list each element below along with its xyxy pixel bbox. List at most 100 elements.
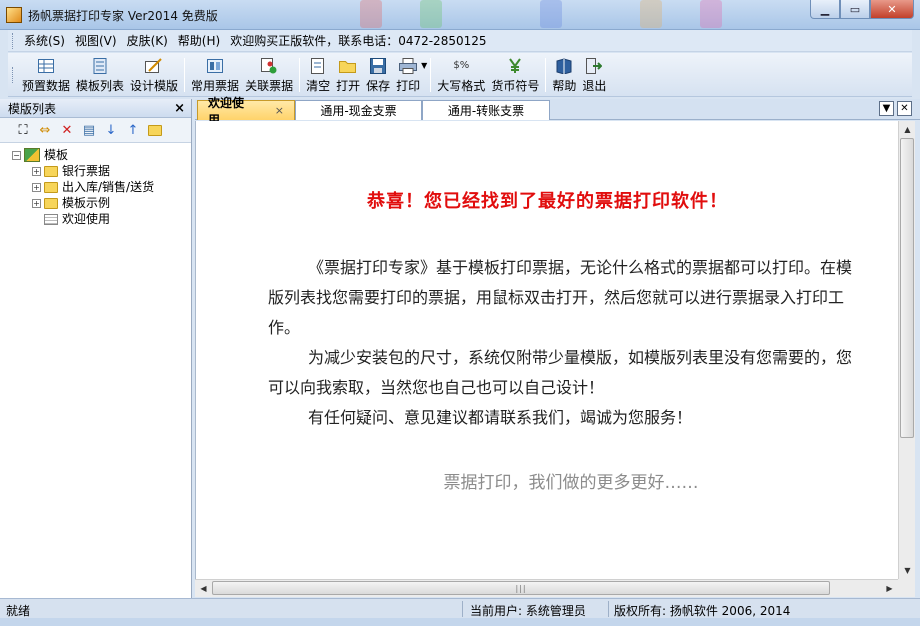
collapse-icon[interactable]: − [12,150,21,160]
clear-button[interactable]: 清空 [303,55,333,95]
delete-icon[interactable]: ✕ [58,121,76,139]
related-tickets-button[interactable]: 关联票据 [242,55,296,95]
close-icon: ✕ [887,2,897,16]
expand-icon[interactable]: + [32,182,41,192]
window-title: 扬帆票据打印专家 Ver2014 免费版 [28,9,218,23]
menu-bar: 系统(S) 视图(V) 皮肤(K) 帮助(H) 欢迎购买正版软件，联系电话：04… [8,30,912,52]
tab-cash-check[interactable]: 通用-现金支票 [295,100,422,120]
toolbar-separator [430,57,432,92]
scroll-up-arrow-icon[interactable]: ▲ [899,121,916,138]
contact-paragraph: 有任何疑问、意见建议都请联系我们，竭诚为您服务！ [308,408,693,427]
help-label: 帮助 [552,78,577,93]
minimize-button[interactable]: ▁ [810,0,840,19]
folder-icon [44,181,58,193]
expand-icon[interactable]: + [32,166,41,176]
properties-icon[interactable]: ▤ [80,121,98,139]
find-binoculars-icon[interactable]: ⛶ [14,121,32,139]
menu-system[interactable]: 系统(S) [19,30,70,51]
save-icon [369,57,387,75]
move-up-icon[interactable]: ↑ [124,121,142,139]
panel-toolbar: ⛶ ⇔ ✕ ▤ ↓ ↑ [0,118,191,143]
open-button[interactable]: 打开 [333,55,363,95]
background-icon [420,0,442,28]
expand-icon[interactable]: + [32,198,41,208]
template-root-icon [24,148,40,162]
status-copyright: 版权所有: 扬帆软件 2006, 2014 [614,604,791,618]
panel-close-icon[interactable]: × [174,101,185,116]
menu-help[interactable]: 帮助(H) [173,30,225,51]
tree-node-root[interactable]: − 模板 [12,147,191,163]
scroll-right-arrow-icon[interactable]: ▶ [881,580,898,597]
menu-grip[interactable] [12,32,15,49]
welcome-headline: 恭喜！您已经找到了最好的票据打印软件！ [367,191,728,212]
menu-skin[interactable]: 皮肤(K) [122,30,173,51]
common-tickets-label: 常用票据 [191,78,240,93]
close-button[interactable]: ✕ [870,0,914,19]
slogan-text: 票据打印，我们做的更多更好…… [443,473,699,493]
minimize-icon: ▁ [820,2,830,16]
table-icon [37,57,55,75]
printer-icon [399,57,418,75]
help-book-icon [555,57,573,75]
design-template-label: 设计模版 [130,78,179,93]
toolbar-separator [184,57,186,92]
currency-icon [506,57,524,75]
uppercase-format-button[interactable]: $% 大写格式 [434,55,488,95]
design-icon [145,57,163,75]
print-dropdown-arrow-icon[interactable]: ▼ [421,61,427,70]
uppercase-format-label: 大写格式 [437,78,486,93]
save-label: 保存 [366,78,391,93]
design-template-button[interactable]: 设计模版 [127,55,181,95]
background-icon [640,0,662,28]
move-down-icon[interactable]: ↓ [102,121,120,139]
tree-node-inventory[interactable]: + 出入库/销售/送货 [12,179,191,195]
exit-button[interactable]: 退出 [579,55,609,95]
maximize-button[interactable]: ▭ [840,0,870,19]
tab-list-dropdown-icon[interactable]: ▼ [879,101,894,116]
clear-label: 清空 [306,78,331,93]
open-folder-icon [339,57,357,75]
maximize-icon: ▭ [849,2,861,16]
print-button[interactable]: 打印 [393,55,423,95]
intro-paragraph: 《票据打印专家》基于模板打印票据，无论什么格式的票据都可以打印。在模版列表找您需… [268,258,853,337]
related-tickets-label: 关联票据 [245,78,294,93]
background-icon [700,0,722,28]
preset-data-button[interactable]: 预置数据 [19,55,73,95]
new-folder-icon[interactable] [146,121,164,139]
scroll-left-arrow-icon[interactable]: ◀ [195,580,212,597]
save-button[interactable]: 保存 [363,55,393,95]
template-list-button[interactable]: 模板列表 [73,55,127,95]
vertical-scroll-thumb[interactable] [900,138,914,438]
toolbar-grip[interactable] [12,66,15,83]
tree-node-examples[interactable]: + 模板示例 [12,195,191,211]
tab-close-icon[interactable]: × [275,104,284,117]
background-icon [540,0,562,28]
template-list-panel: 模版列表 × ⛶ ⇔ ✕ ▤ ↓ ↑ − 模板 + 银行票据 + 出入库/销售/… [0,99,192,598]
menu-purchase-link[interactable]: 欢迎购买正版软件，联系电话：0472-2850125 [225,30,491,51]
horizontal-scrollbar[interactable]: ◀ ||| ▶ [195,579,898,597]
common-tickets-button[interactable]: 常用票据 [188,55,242,95]
open-label: 打开 [336,78,361,93]
template-paragraph: 为减少安装包的尺寸，系统仅附带少量模版，如模版列表里没有您需要的，您可以向我索取… [268,348,853,397]
scroll-down-arrow-icon[interactable]: ▼ [899,562,916,579]
tab-transfer-check[interactable]: 通用-转账支票 [422,100,550,120]
tree-node-welcome[interactable]: 欢迎使用 [12,211,191,227]
status-divider [462,601,463,617]
rename-icon[interactable]: ⇔ [36,121,54,139]
status-current-user: 当前用户: 系统管理员 [470,604,586,618]
menu-view[interactable]: 视图(V) [70,30,122,51]
document-tabs: 欢迎使用 × 通用-现金支票 通用-转账支票 ▼ ✕ [195,96,920,127]
help-button[interactable]: 帮助 [549,55,579,95]
preset-data-label: 预置数据 [22,78,71,93]
percent-format-icon: $% [453,60,470,71]
vertical-scrollbar[interactable]: ▲ ▼ [898,121,915,579]
tab-welcome[interactable]: 欢迎使用 × [197,96,295,127]
currency-symbol-button[interactable]: 货币符号 [488,55,542,95]
list-icon [91,57,109,75]
close-document-icon[interactable]: ✕ [897,101,912,116]
horizontal-scroll-thumb[interactable]: ||| [212,581,830,595]
tree-node-label: 模板 [44,148,69,162]
tree-node-bank-tickets[interactable]: + 银行票据 [12,163,191,179]
main-toolbar: 预置数据 模板列表 设计模版 常用票据 关联票据 清空 打开 保存 打印 ▼ $… [8,53,912,97]
tree-node-label: 欢迎使用 [62,212,111,226]
